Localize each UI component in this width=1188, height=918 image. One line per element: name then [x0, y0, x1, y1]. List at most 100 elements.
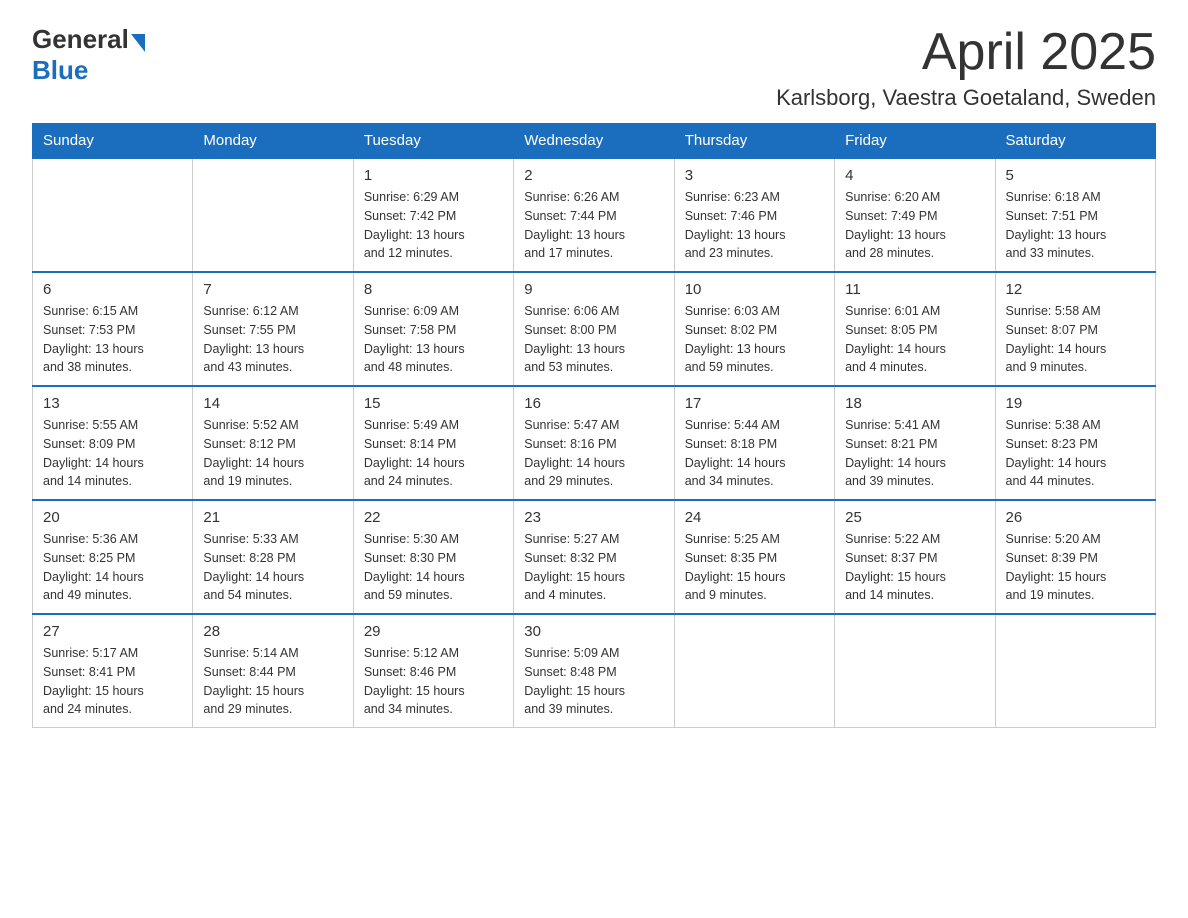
day-number: 14: [203, 395, 342, 412]
calendar-cell: 14 Sunrise: 5:52 AM Sunset: 8:12 PM Dayli…: [193, 386, 353, 500]
day-number: 9: [524, 281, 663, 298]
day-number: 30: [524, 623, 663, 640]
month-title: April 2025: [776, 24, 1156, 81]
day-number: 8: [364, 281, 503, 298]
calendar-header-row: SundayMondayTuesdayWednesdayThursdayFrid…: [33, 124, 1156, 159]
weekday-header: Friday: [835, 124, 995, 159]
calendar-cell: 1Sunrise: 6:29 AM Sunset: 7:42 PM Daylig…: [353, 158, 513, 272]
day-info: Sunrise: 5:44 AM Sunset: 8:18 PM Dayligh…: [685, 416, 824, 491]
day-info: Sunrise: 6:09 AM Sunset: 7:58 PM Dayligh…: [364, 302, 503, 377]
calendar-cell: 16 Sunrise: 5:47 AM Sunset: 8:16 PM Dayli…: [514, 386, 674, 500]
page-header: General Blue April 2025 Karlsborg, Vaest…: [32, 24, 1156, 111]
day-number: 3: [685, 167, 824, 184]
day-number: 10: [685, 281, 824, 298]
title-section: April 2025 Karlsborg, Vaestra Goetaland,…: [776, 24, 1156, 111]
day-number: 24: [685, 509, 824, 526]
week-row: 1Sunrise: 6:29 AM Sunset: 7:42 PM Daylig…: [33, 158, 1156, 272]
weekday-header: Sunday: [33, 124, 193, 159]
calendar-cell: 4Sunrise: 6:20 AM Sunset: 7:49 PM Daylig…: [835, 158, 995, 272]
calendar-cell: 30 Sunrise: 5:09 AM Sunset: 8:48 PM Dayli…: [514, 614, 674, 728]
day-info: Sunrise: 5:09 AM Sunset: 8:48 PM Dayligh…: [524, 644, 663, 719]
day-number: 15: [364, 395, 503, 412]
calendar-cell: 9 Sunrise: 6:06 AM Sunset: 8:00 PM Daylig…: [514, 272, 674, 386]
calendar-cell: 11 Sunrise: 6:01 AM Sunset: 8:05 PM Dayli…: [835, 272, 995, 386]
weekday-header: Tuesday: [353, 124, 513, 159]
day-number: 28: [203, 623, 342, 640]
calendar-cell: 26 Sunrise: 5:20 AM Sunset: 8:39 PM Dayli…: [995, 500, 1155, 614]
day-info: Sunrise: 6:23 AM Sunset: 7:46 PM Dayligh…: [685, 188, 824, 263]
day-info: Sunrise: 6:12 AM Sunset: 7:55 PM Dayligh…: [203, 302, 342, 377]
day-info: Sunrise: 6:03 AM Sunset: 8:02 PM Dayligh…: [685, 302, 824, 377]
calendar-cell: 28 Sunrise: 5:14 AM Sunset: 8:44 PM Dayli…: [193, 614, 353, 728]
day-number: 11: [845, 281, 984, 298]
weekday-header: Thursday: [674, 124, 834, 159]
calendar-cell: 12Sunrise: 5:58 AM Sunset: 8:07 PM Dayli…: [995, 272, 1155, 386]
calendar-cell: 13 Sunrise: 5:55 AM Sunset: 8:09 PM Dayli…: [33, 386, 193, 500]
day-number: 22: [364, 509, 503, 526]
day-number: 26: [1006, 509, 1145, 526]
day-info: Sunrise: 5:47 AM Sunset: 8:16 PM Dayligh…: [524, 416, 663, 491]
weekday-header: Monday: [193, 124, 353, 159]
day-info: Sunrise: 5:33 AM Sunset: 8:28 PM Dayligh…: [203, 530, 342, 605]
day-info: Sunrise: 5:12 AM Sunset: 8:46 PM Dayligh…: [364, 644, 503, 719]
day-number: 21: [203, 509, 342, 526]
day-number: 12: [1006, 281, 1145, 298]
day-info: Sunrise: 6:18 AM Sunset: 7:51 PM Dayligh…: [1006, 188, 1145, 263]
calendar-table: SundayMondayTuesdayWednesdayThursdayFrid…: [32, 123, 1156, 728]
day-info: Sunrise: 6:01 AM Sunset: 8:05 PM Dayligh…: [845, 302, 984, 377]
day-number: 4: [845, 167, 984, 184]
calendar-cell: [193, 158, 353, 272]
day-info: Sunrise: 5:38 AM Sunset: 8:23 PM Dayligh…: [1006, 416, 1145, 491]
calendar-cell: 5Sunrise: 6:18 AM Sunset: 7:51 PM Daylig…: [995, 158, 1155, 272]
calendar-cell: 24 Sunrise: 5:25 AM Sunset: 8:35 PM Dayli…: [674, 500, 834, 614]
calendar-cell: 7 Sunrise: 6:12 AM Sunset: 7:55 PM Daylig…: [193, 272, 353, 386]
day-info: Sunrise: 5:14 AM Sunset: 8:44 PM Dayligh…: [203, 644, 342, 719]
day-number: 13: [43, 395, 182, 412]
calendar-cell: 17 Sunrise: 5:44 AM Sunset: 8:18 PM Dayli…: [674, 386, 834, 500]
calendar-cell: 8 Sunrise: 6:09 AM Sunset: 7:58 PM Daylig…: [353, 272, 513, 386]
week-row: 20Sunrise: 5:36 AM Sunset: 8:25 PM Dayli…: [33, 500, 1156, 614]
day-number: 25: [845, 509, 984, 526]
calendar-cell: 2 Sunrise: 6:26 AM Sunset: 7:44 PM Daylig…: [514, 158, 674, 272]
calendar-cell: [674, 614, 834, 728]
calendar-cell: 21 Sunrise: 5:33 AM Sunset: 8:28 PM Dayli…: [193, 500, 353, 614]
calendar-cell: 19 Sunrise: 5:38 AM Sunset: 8:23 PM Dayli…: [995, 386, 1155, 500]
day-number: 1: [364, 167, 503, 184]
calendar-cell: [995, 614, 1155, 728]
calendar-cell: 23Sunrise: 5:27 AM Sunset: 8:32 PM Dayli…: [514, 500, 674, 614]
day-number: 2: [524, 167, 663, 184]
calendar-cell: 15 Sunrise: 5:49 AM Sunset: 8:14 PM Dayli…: [353, 386, 513, 500]
logo-blue-text: Blue: [32, 55, 145, 86]
calendar-cell: 22 Sunrise: 5:30 AM Sunset: 8:30 PM Dayli…: [353, 500, 513, 614]
day-number: 29: [364, 623, 503, 640]
calendar-cell: 29 Sunrise: 5:12 AM Sunset: 8:46 PM Dayli…: [353, 614, 513, 728]
calendar-cell: [835, 614, 995, 728]
calendar-cell: 6Sunrise: 6:15 AM Sunset: 7:53 PM Daylig…: [33, 272, 193, 386]
day-info: Sunrise: 5:52 AM Sunset: 8:12 PM Dayligh…: [203, 416, 342, 491]
weekday-header: Saturday: [995, 124, 1155, 159]
day-number: 17: [685, 395, 824, 412]
day-number: 20: [43, 509, 182, 526]
day-info: Sunrise: 5:20 AM Sunset: 8:39 PM Dayligh…: [1006, 530, 1145, 605]
day-number: 16: [524, 395, 663, 412]
day-info: Sunrise: 5:49 AM Sunset: 8:14 PM Dayligh…: [364, 416, 503, 491]
logo-triangle-icon: [131, 34, 145, 52]
day-info: Sunrise: 5:55 AM Sunset: 8:09 PM Dayligh…: [43, 416, 182, 491]
location-title: Karlsborg, Vaestra Goetaland, Sweden: [776, 85, 1156, 111]
day-info: Sunrise: 5:22 AM Sunset: 8:37 PM Dayligh…: [845, 530, 984, 605]
calendar-cell: 3 Sunrise: 6:23 AM Sunset: 7:46 PM Daylig…: [674, 158, 834, 272]
day-number: 19: [1006, 395, 1145, 412]
day-number: 27: [43, 623, 182, 640]
day-number: 6: [43, 281, 182, 298]
day-number: 23: [524, 509, 663, 526]
calendar-cell: 25 Sunrise: 5:22 AM Sunset: 8:37 PM Dayli…: [835, 500, 995, 614]
day-info: Sunrise: 5:17 AM Sunset: 8:41 PM Dayligh…: [43, 644, 182, 719]
day-info: Sunrise: 5:25 AM Sunset: 8:35 PM Dayligh…: [685, 530, 824, 605]
day-number: 7: [203, 281, 342, 298]
logo-general-text: General: [32, 24, 129, 55]
calendar-cell: 20Sunrise: 5:36 AM Sunset: 8:25 PM Dayli…: [33, 500, 193, 614]
week-row: 6Sunrise: 6:15 AM Sunset: 7:53 PM Daylig…: [33, 272, 1156, 386]
day-info: Sunrise: 5:30 AM Sunset: 8:30 PM Dayligh…: [364, 530, 503, 605]
day-info: Sunrise: 6:06 AM Sunset: 8:00 PM Dayligh…: [524, 302, 663, 377]
day-info: Sunrise: 6:26 AM Sunset: 7:44 PM Dayligh…: [524, 188, 663, 263]
